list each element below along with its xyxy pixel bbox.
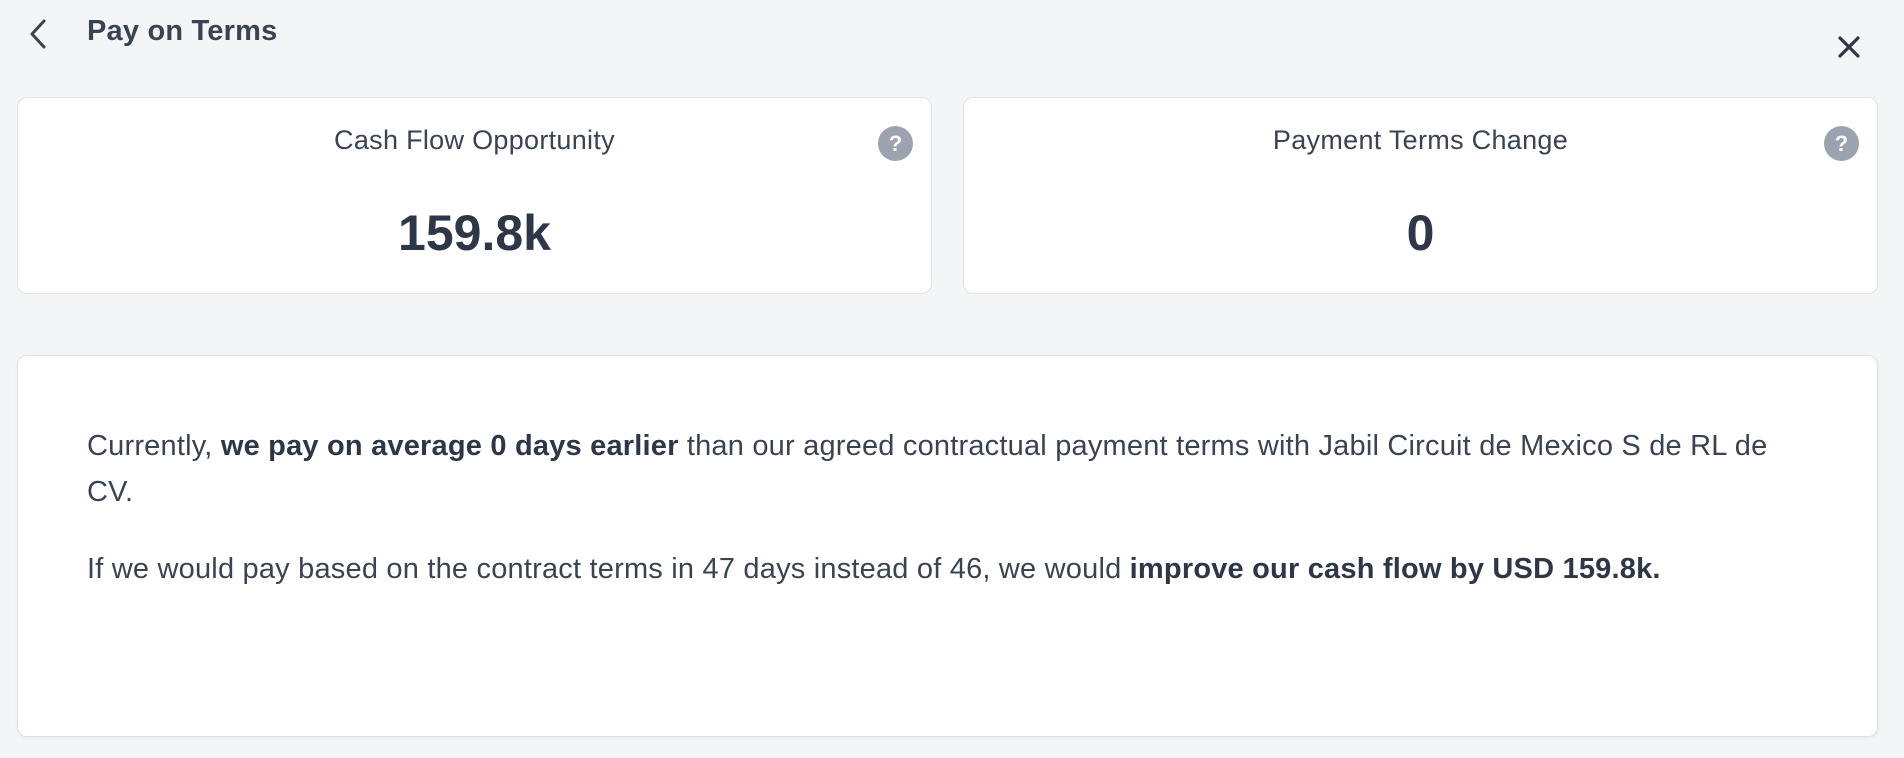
kpi-title: Cash Flow Opportunity [334,125,615,155]
close-icon [1838,36,1860,58]
chevron-left-icon [30,19,46,49]
kpi-value: 159.8k [398,205,551,261]
para2-prefix: If we would pay based on the contract te… [87,553,1130,585]
question-circle-icon[interactable]: ? [878,126,913,161]
kpi-value: 0 [1406,205,1435,261]
para2-highlight: improve our cash flow by USD 159.8k. [1129,553,1661,585]
page-title: Pay on Terms [87,15,278,47]
para1-highlight: we pay on average 0 days earlier [220,430,679,462]
info-paragraph-improvement: If we would pay based on the contract te… [87,546,1817,592]
back-button[interactable] [24,16,52,52]
para1-prefix: Currently, [87,430,221,462]
payment-terms-change-card: Payment Terms Change ? 0 [963,97,1878,294]
cash-flow-opportunity-card: Cash Flow Opportunity ? 159.8k [17,97,932,294]
header: Pay on Terms [0,0,1904,70]
close-button[interactable] [1832,30,1866,64]
kpi-title: Payment Terms Change [1272,125,1569,155]
question-circle-icon[interactable]: ? [1824,126,1859,161]
info-paragraph-current: Currently, we pay on average 0 days earl… [87,423,1817,515]
